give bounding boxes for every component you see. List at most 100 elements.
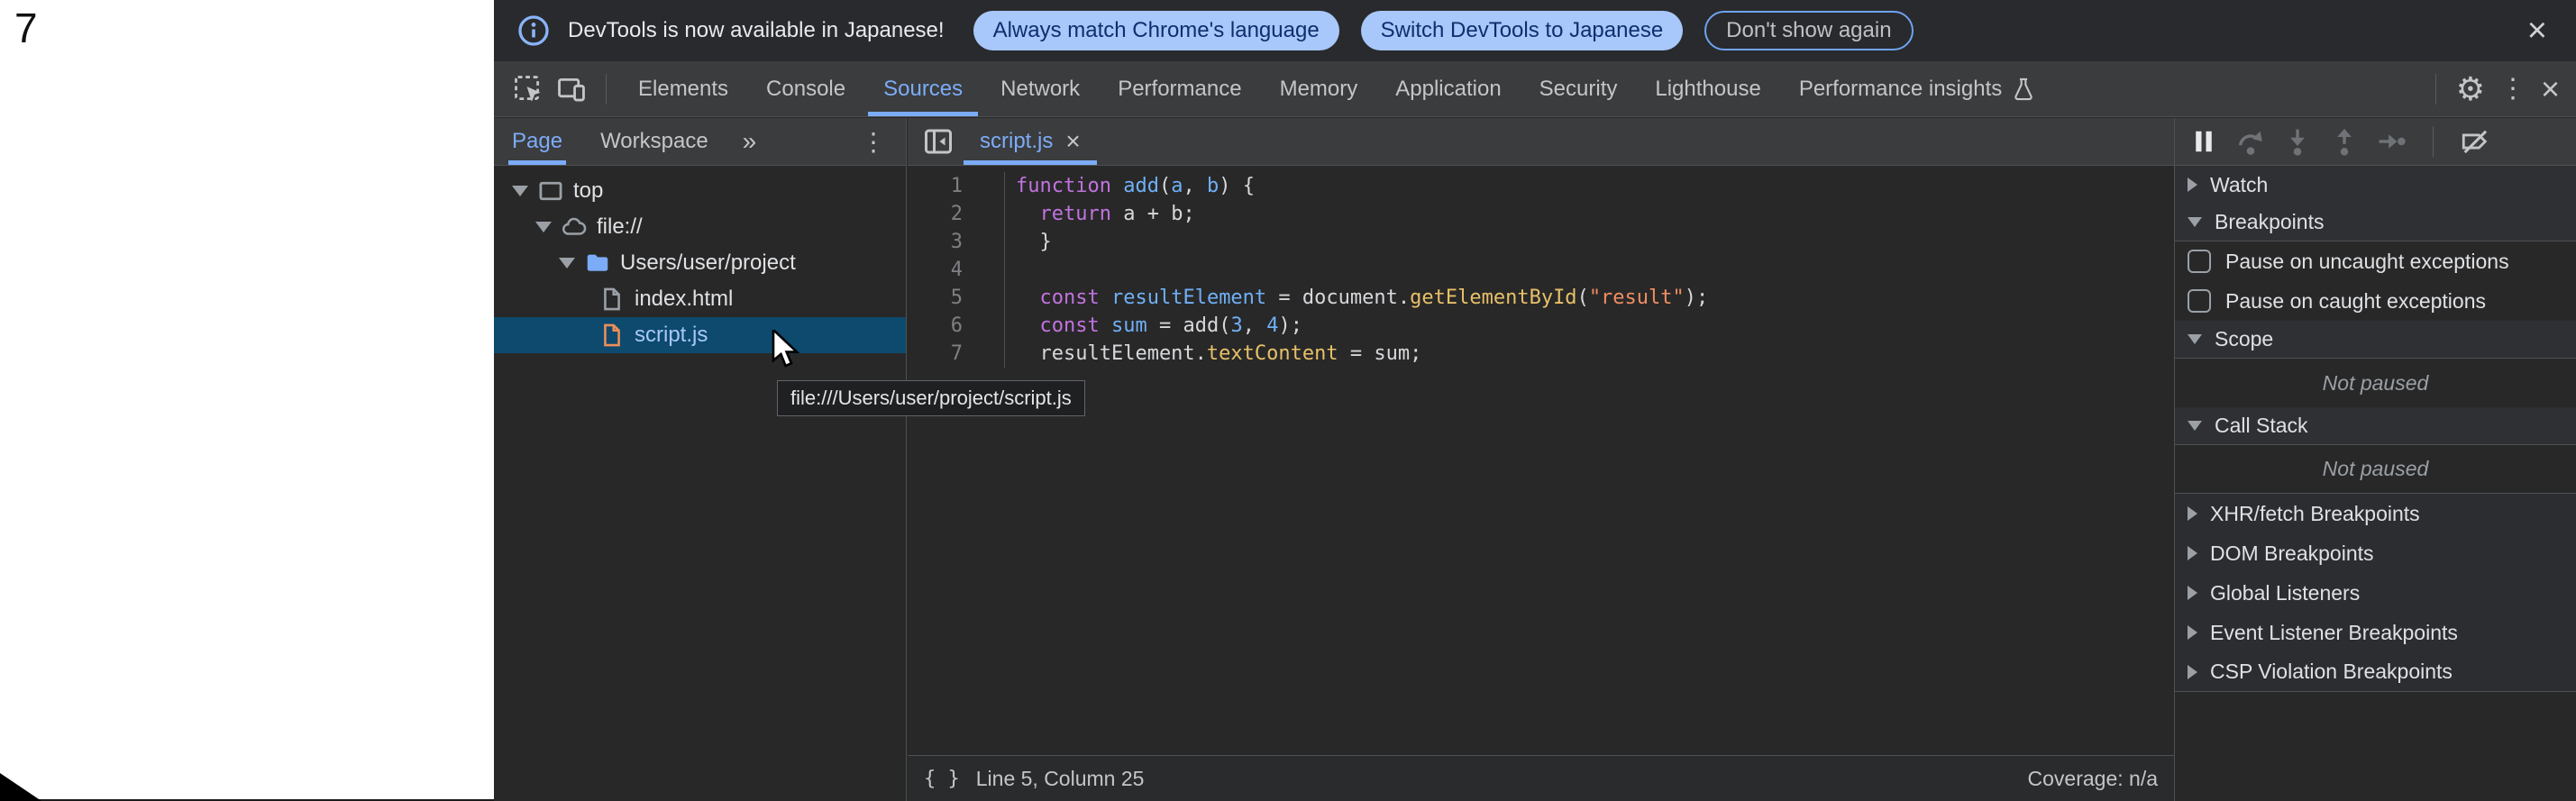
devtools-close-icon[interactable]: × <box>2541 70 2560 108</box>
expander-icon <box>2188 546 2197 560</box>
tab-label: Application <box>1395 77 1501 102</box>
line-number[interactable]: 3 <box>908 228 1005 256</box>
dont-show-again-button[interactable]: Don't show again <box>1704 11 1913 50</box>
info-icon <box>517 14 550 47</box>
section-header-call-stack[interactable]: Call Stack <box>2175 407 2576 445</box>
section-header-global-listeners[interactable]: Global Listeners <box>2175 573 2576 613</box>
line-number[interactable]: 2 <box>908 200 1005 228</box>
tab-lighthouse[interactable]: Lighthouse <box>1636 61 1779 116</box>
checkbox[interactable] <box>2188 250 2211 273</box>
notification-bar: DevTools is now available in Japanese! A… <box>494 0 2576 61</box>
tab-label: Console <box>766 77 845 102</box>
switch-to-japanese-button[interactable]: Switch DevTools to Japanese <box>1361 11 1684 50</box>
expander-icon <box>2188 421 2202 431</box>
navigator-tab-bar: Page Workspace » ⋮ <box>494 118 906 166</box>
expander-icon[interactable] <box>559 258 575 269</box>
notification-close-icon[interactable]: × <box>2522 14 2553 48</box>
expander-icon[interactable] <box>535 222 552 232</box>
settings-gear-icon[interactable]: ⚙ <box>2456 70 2485 108</box>
section-label: XHR/fetch Breakpoints <box>2210 502 2420 526</box>
tab-label: Performance insights <box>1799 77 2002 102</box>
step-into-icon[interactable] <box>2279 123 2316 159</box>
section-header-breakpoints[interactable]: Breakpoints <box>2175 204 2576 241</box>
flask-icon <box>2011 77 2036 102</box>
code-text: } <box>1005 228 1052 256</box>
editor-tab-label: script.js <box>980 129 1053 154</box>
always-match-language-button[interactable]: Always match Chrome's language <box>973 11 1339 50</box>
deactivate-breakpoints-icon[interactable] <box>2457 123 2493 159</box>
step-icon[interactable] <box>2373 123 2409 159</box>
expander-icon <box>2188 217 2202 227</box>
line-number[interactable]: 7 <box>908 340 1005 368</box>
tab-application[interactable]: Application <box>1376 61 1520 116</box>
navigator-tab-workspace[interactable]: Workspace <box>597 118 712 165</box>
tree-item-top[interactable]: top <box>494 173 906 209</box>
debugger-sections: WatchBreakpointsPause on uncaught except… <box>2175 166 2576 692</box>
section-label: Event Listener Breakpoints <box>2210 621 2458 645</box>
tab-elements[interactable]: Elements <box>619 61 747 116</box>
step-over-icon[interactable] <box>2233 123 2269 159</box>
tab-label: Security <box>1539 77 1618 102</box>
expander-icon <box>2188 586 2197 600</box>
tree-item-index-html[interactable]: index.html <box>494 281 906 317</box>
tree-item-label: Users/user/project <box>620 250 796 276</box>
tree-item-label: script.js <box>635 323 708 348</box>
tab-performance[interactable]: Performance <box>1099 61 1260 116</box>
navigator-tab-page[interactable]: Page <box>508 118 566 165</box>
black-cursor-icon <box>0 771 45 801</box>
step-out-icon[interactable] <box>2326 123 2362 159</box>
tab-security[interactable]: Security <box>1521 61 1637 116</box>
section-label: Call Stack <box>2215 414 2308 438</box>
cloud-icon <box>561 214 588 241</box>
line-number[interactable]: 5 <box>908 284 1005 312</box>
code-line: 4 <box>908 256 2174 284</box>
device-toolbar-icon[interactable] <box>553 71 589 107</box>
devtools-window: DevTools is now available in Japanese! A… <box>494 0 2576 801</box>
section-header-xhr-fetch-breakpoints[interactable]: XHR/fetch Breakpoints <box>2175 494 2576 533</box>
section-header-dom-breakpoints[interactable]: DOM Breakpoints <box>2175 533 2576 573</box>
section-header-event-listener-breakpoints[interactable]: Event Listener Breakpoints <box>2175 613 2576 652</box>
more-options-icon[interactable]: ⋮ <box>2492 73 2534 105</box>
pause-script-icon[interactable] <box>2186 123 2222 159</box>
section-header-csp-violation-breakpoints[interactable]: CSP Violation Breakpoints <box>2175 652 2576 692</box>
tree-item-script-js[interactable]: script.js <box>494 317 906 353</box>
line-number[interactable]: 6 <box>908 312 1005 340</box>
toolbar-separator <box>2435 74 2436 105</box>
editor-status-bar: { } Line 5, Column 25 Coverage: n/a <box>908 755 2174 801</box>
notification-message: DevTools is now available in Japanese! <box>568 18 945 43</box>
section-header-watch[interactable]: Watch <box>2175 166 2576 204</box>
editor-tab-bar: script.js × <box>908 118 2174 166</box>
tab-label: Memory <box>1280 77 1358 102</box>
editor-tab-script-js[interactable]: script.js × <box>964 118 1097 165</box>
tree-item-users-user-project[interactable]: Users/user/project <box>494 245 906 281</box>
code-line: 5 const resultElement = document.getElem… <box>908 284 2174 312</box>
checkbox-row-pause-on-caught-exceptions: Pause on caught exceptions <box>2175 281 2576 321</box>
inspect-icon[interactable] <box>510 71 546 107</box>
tab-sources[interactable]: Sources <box>864 61 982 116</box>
expander-icon <box>2188 177 2197 192</box>
checkbox[interactable] <box>2188 289 2211 313</box>
code-line: 6 const sum = add(3, 4); <box>908 312 2174 340</box>
navigator-menu-icon[interactable]: ⋮ <box>855 127 891 157</box>
section-header-scope[interactable]: Scope <box>2175 321 2576 359</box>
code-line: 3 } <box>908 228 2174 256</box>
code-editor[interactable]: 1function add(a, b) {2 return a + b;3 }4… <box>908 167 2174 754</box>
not-paused-message: Not paused <box>2175 445 2576 494</box>
tab-network[interactable]: Network <box>982 61 1099 116</box>
code-line: 2 return a + b; <box>908 200 2174 228</box>
tab-label: Network <box>1000 77 1080 102</box>
expander-icon[interactable] <box>512 186 528 196</box>
tree-item-file[interactable]: file:// <box>494 209 906 245</box>
tab-console[interactable]: Console <box>747 61 864 116</box>
file-tree: topfile:// Users/user/project index.html sc… <box>494 166 906 353</box>
mouse-cursor-icon <box>770 330 806 369</box>
more-tabs-icon[interactable]: » <box>743 127 759 156</box>
editor-tab-close-icon[interactable]: × <box>1065 127 1080 156</box>
tab-performance-insights[interactable]: Performance insights <box>1780 61 2055 116</box>
section-label: Scope <box>2215 327 2273 351</box>
pretty-print-icon[interactable]: { } <box>924 768 960 790</box>
line-number[interactable]: 4 <box>908 256 1005 284</box>
hide-navigator-icon[interactable] <box>918 123 958 159</box>
line-number[interactable]: 1 <box>908 172 1005 200</box>
tab-memory[interactable]: Memory <box>1261 61 1377 116</box>
